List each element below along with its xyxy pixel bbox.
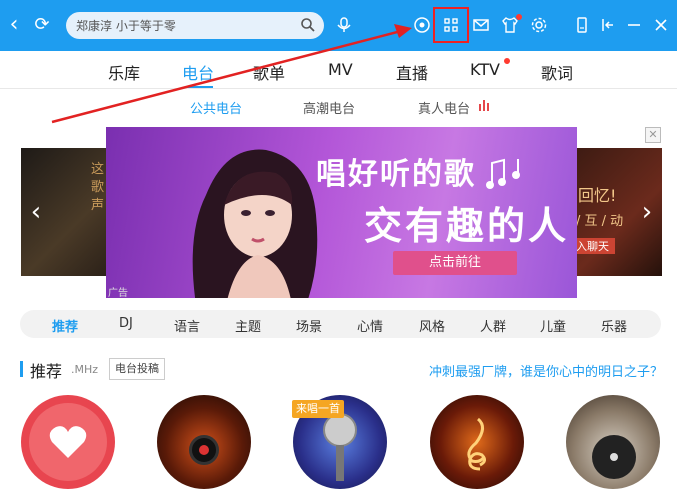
category-crowd[interactable]: 人群	[480, 316, 506, 335]
notification-dot	[516, 14, 522, 20]
sing-badge: 来唱一首	[292, 400, 344, 418]
minimize-icon[interactable]	[624, 15, 644, 35]
main-tabs: 乐库 电台 歌单 MV 直播 KTV 歌词	[0, 51, 677, 89]
equalizer-icon	[479, 100, 489, 111]
ktv-notification-dot	[504, 58, 510, 64]
station-dj-cover[interactable]	[157, 395, 251, 489]
banner-portrait-image	[192, 149, 318, 298]
station-turntable-cover[interactable]	[566, 395, 660, 489]
subtab-public-radio[interactable]: 公共电台	[190, 98, 242, 117]
highlight-box	[433, 7, 469, 43]
section-subtitle: .MHz	[71, 363, 99, 376]
microphone-icon[interactable]	[334, 15, 354, 35]
heart-icon	[49, 426, 87, 458]
carousel-next-arrow[interactable]: ›	[637, 198, 657, 226]
ad-label: 广告	[108, 288, 128, 298]
category-theme[interactable]: 主题	[235, 316, 261, 335]
banner-cta-button[interactable]: 点击前往	[393, 251, 517, 275]
tab-library[interactable]: 乐库	[108, 60, 140, 84]
category-recommend[interactable]: 推荐	[52, 316, 78, 335]
side-banner-text: 回忆!	[578, 186, 617, 205]
tab-lyrics[interactable]: 歌词	[541, 60, 573, 84]
category-children[interactable]: 儿童	[540, 316, 566, 335]
search-box[interactable]	[66, 12, 324, 39]
subtab-climax-radio[interactable]: 高潮电台	[303, 98, 355, 117]
carousel-prev-arrow[interactable]: ‹	[26, 198, 46, 226]
category-dj[interactable]: DJ	[119, 316, 133, 331]
banner-headline: 唱好听的歌	[316, 157, 476, 192]
side-banner-text: 这	[91, 162, 105, 177]
promo-link[interactable]: 冲刺最强厂牌，谁是你心中的明日之子？	[429, 361, 663, 380]
music-note-icon	[486, 158, 520, 189]
carousel-indicators	[306, 289, 418, 293]
banner-subheadline: 交有趣的人	[364, 204, 570, 248]
close-ad-icon[interactable]: ✕	[645, 127, 661, 143]
mail-icon[interactable]	[471, 15, 491, 35]
search-input[interactable]	[76, 15, 286, 36]
tab-radio[interactable]: 电台	[182, 60, 214, 84]
subtab-live-radio[interactable]: 真人电台	[418, 98, 470, 117]
side-banner-text: 歌	[91, 180, 105, 195]
refresh-icon[interactable]: ⟳	[30, 13, 54, 37]
category-bar: 推荐 DJ 语言 主题 场景 心情 风格 人群 儿童 乐器	[20, 310, 661, 338]
mini-mode-icon[interactable]	[572, 15, 592, 35]
side-banner-text: 声	[91, 198, 105, 213]
category-mood[interactable]: 心情	[357, 316, 383, 335]
record-icon[interactable]	[412, 15, 432, 35]
station-fire-cover[interactable]	[430, 395, 524, 489]
search-icon[interactable]	[300, 17, 316, 33]
settings-gear-icon[interactable]	[529, 15, 549, 35]
station-favorites[interactable]	[21, 395, 115, 489]
section-title: 推荐	[30, 362, 63, 381]
active-tab-underline	[185, 86, 213, 88]
back-icon[interactable]: ‹	[2, 13, 26, 37]
main-banner[interactable]: 唱好听的歌 交有趣的人 点击前往 广告	[106, 127, 577, 298]
category-instrument[interactable]: 乐器	[601, 316, 627, 335]
tab-ktv[interactable]: KTV	[470, 60, 500, 79]
category-scene[interactable]: 场景	[296, 316, 322, 335]
side-banner-text: / 互 / 动	[576, 214, 624, 229]
section-marker	[20, 361, 23, 377]
submit-station-button[interactable]: 电台投稿	[109, 358, 165, 380]
tab-live[interactable]: 直播	[396, 60, 428, 84]
category-language[interactable]: 语言	[174, 316, 200, 335]
collapse-icon[interactable]	[598, 15, 618, 35]
treble-clef-icon	[467, 417, 487, 471]
close-icon[interactable]	[651, 15, 671, 35]
top-bar: ‹ ⟳	[0, 0, 677, 51]
tab-mv[interactable]: MV	[328, 60, 353, 79]
category-style[interactable]: 风格	[419, 316, 445, 335]
tab-playlists[interactable]: 歌单	[253, 60, 285, 84]
